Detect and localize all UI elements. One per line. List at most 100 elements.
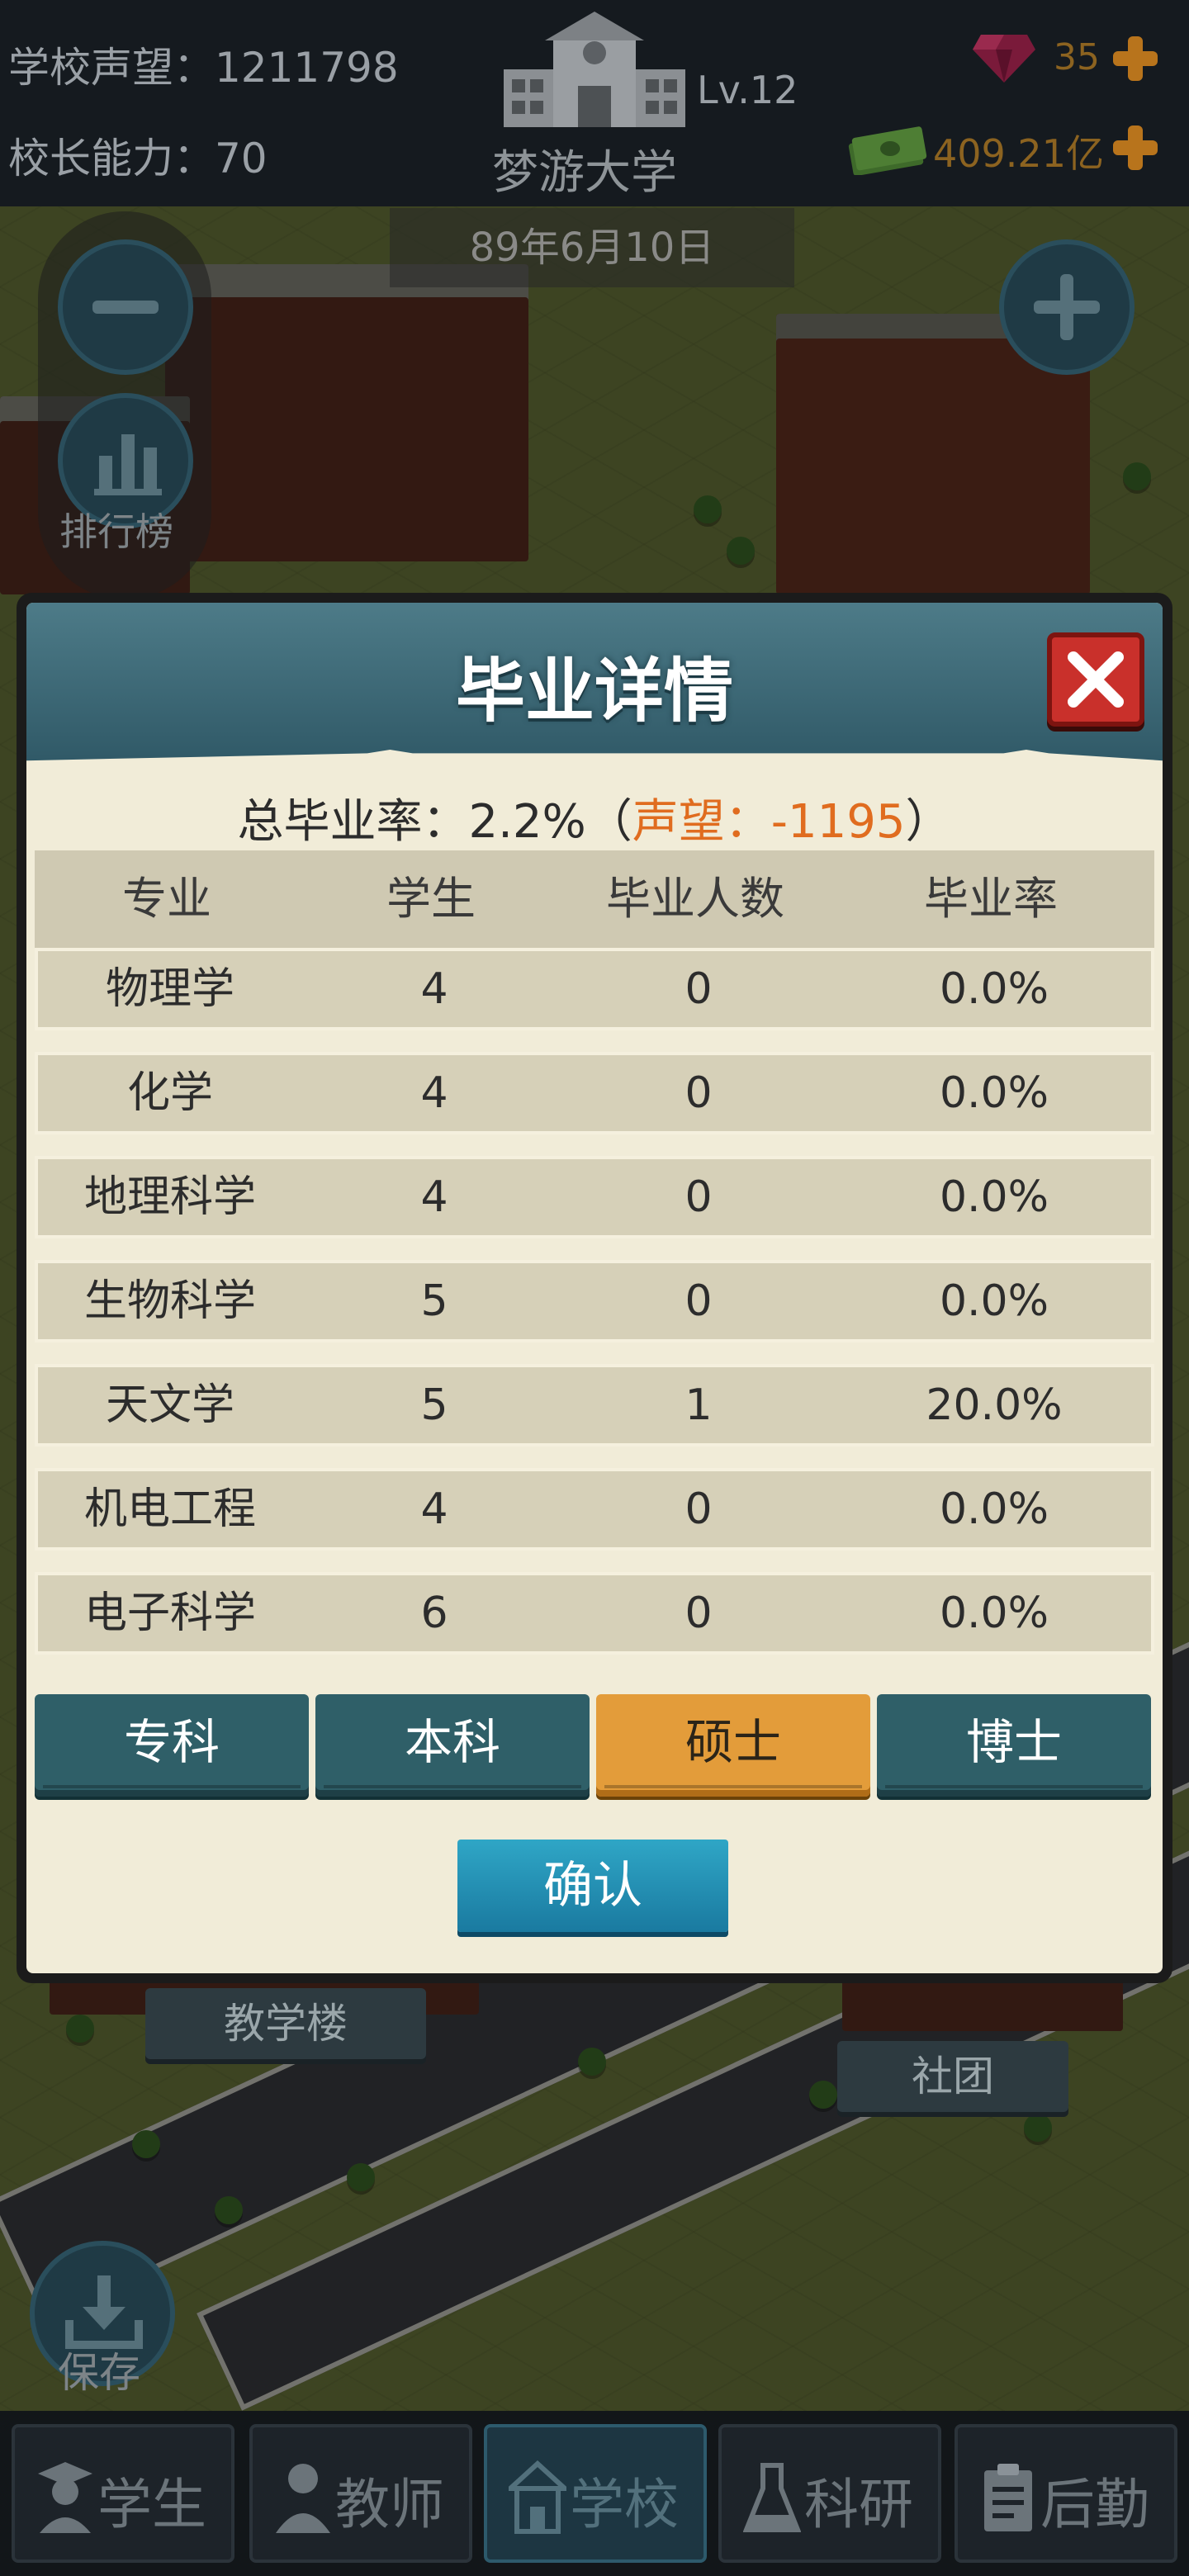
ranking-label: 排行榜	[59, 509, 173, 554]
table-row: 地理科学 4 0 0.0%	[35, 1156, 1154, 1238]
tab-label: 博士	[965, 1714, 1062, 1770]
confirm-button[interactable]: 确认	[457, 1840, 728, 1932]
rate-cell: 0.0%	[939, 1485, 1049, 1534]
tab-master[interactable]: 硕士	[596, 1694, 870, 1797]
nav-teachers[interactable]: 教师	[249, 2424, 472, 2563]
students-cell: 4	[420, 1485, 448, 1534]
save-label: 保存	[58, 2349, 140, 2397]
close-button[interactable]	[1047, 632, 1144, 727]
tab-bachelor[interactable]: 本科	[315, 1694, 590, 1797]
zoom-out-button[interactable]	[58, 239, 193, 375]
minus-icon	[92, 301, 159, 314]
students-cell: 5	[420, 1276, 448, 1326]
ability-value: 70	[215, 135, 268, 182]
students-cell: 4	[420, 1068, 448, 1118]
ability-label: 校长能力：	[8, 135, 215, 182]
students-cell: 5	[420, 1380, 448, 1430]
student-icon	[38, 2462, 92, 2533]
tab-decoration	[604, 1773, 862, 1788]
rate-cell: 0.0%	[939, 1172, 1049, 1222]
rate-cell: 0.0%	[939, 1276, 1049, 1326]
major-cell: 机电工程	[83, 1485, 256, 1534]
tab-junior-college[interactable]: 专科	[35, 1694, 309, 1797]
table-header: 专业 学生 毕业人数 毕业率	[35, 850, 1154, 948]
add-gems-plus-icon[interactable]	[1110, 33, 1161, 84]
nav-teachers-label: 教师	[335, 2473, 444, 2536]
graduates-cell: 1	[685, 1380, 713, 1430]
nav-research-label: 科研	[804, 2473, 913, 2536]
column-header-students: 学生	[386, 873, 476, 925]
graduates-cell: 0	[685, 1276, 713, 1326]
reputation-stat: 学校声望：1211798	[8, 35, 399, 94]
nav-students[interactable]: 学生	[12, 2424, 234, 2563]
tab-doctor[interactable]: 博士	[877, 1694, 1151, 1797]
table-row: 机电工程 4 0 0.0%	[35, 1468, 1154, 1551]
teacher-icon	[276, 2464, 330, 2533]
major-cell: 物理学	[105, 964, 234, 1014]
reputation-value: 1211798	[215, 44, 399, 92]
add-money-plus-icon[interactable]	[1110, 122, 1161, 173]
tab-label: 本科	[404, 1714, 500, 1770]
table-row: 生物科学 5 0 0.0%	[35, 1260, 1154, 1342]
tab-decoration	[43, 1773, 301, 1788]
school-icon	[509, 2460, 566, 2534]
major-cell: 地理科学	[83, 1172, 256, 1222]
column-header-graduates: 毕业人数	[606, 873, 784, 925]
graduation-summary: 总毕业率：2.2%（声望：-1195）	[26, 784, 1163, 851]
major-cell: 生物科学	[83, 1276, 256, 1326]
rate-cell: 20.0%	[926, 1380, 1063, 1430]
graduates-cell: 0	[685, 964, 713, 1014]
tab-label: 硕士	[685, 1714, 781, 1770]
graduates-cell: 0	[685, 1172, 713, 1222]
nav-school[interactable]: 学校	[484, 2424, 707, 2563]
close-icon	[1068, 651, 1124, 708]
rate-cell: 0.0%	[939, 1589, 1049, 1638]
school-name[interactable]: 梦游大学	[492, 135, 677, 202]
nav-research[interactable]: 科研	[718, 2424, 941, 2563]
degree-tabs: 专科 本科 硕士 博士	[35, 1694, 1154, 1797]
nav-logistics-label: 后勤	[1040, 2473, 1149, 2536]
tab-decoration	[885, 1773, 1143, 1788]
modal-title: 毕业详情	[455, 651, 733, 732]
gem-icon	[973, 35, 1035, 83]
top-status-bar: 学校声望：1211798 校长能力：70 Lv.12 梦游大学 35 409.2…	[0, 0, 1189, 206]
tab-label: 专科	[123, 1714, 220, 1770]
tab-decoration	[324, 1773, 581, 1788]
zoom-in-button[interactable]	[999, 239, 1135, 375]
nav-students-label: 学生	[97, 2473, 206, 2536]
flask-icon	[743, 2463, 801, 2532]
nav-school-label: 学校	[570, 2473, 679, 2536]
school-building-icon[interactable]	[495, 12, 694, 135]
rate-cell: 0.0%	[939, 1068, 1049, 1118]
graduation-details-modal: 毕业详情 总毕业率：2.2%（声望：-1195） 专业 学生 毕业人数 毕业率 …	[17, 593, 1172, 1983]
ability-stat: 校长能力：70	[8, 125, 268, 185]
plus-icon-vertical	[1060, 274, 1073, 340]
clipboard-icon	[984, 2464, 1032, 2531]
column-header-rate: 毕业率	[924, 873, 1058, 925]
rate-cell: 0.0%	[939, 964, 1049, 1014]
graduates-cell: 0	[685, 1485, 713, 1534]
column-header-major: 专业	[122, 873, 211, 925]
students-cell: 4	[420, 1172, 448, 1222]
summary-suffix: ）	[905, 795, 952, 849]
graduates-cell: 0	[685, 1068, 713, 1118]
table-row: 化学 4 0 0.0%	[35, 1052, 1154, 1134]
money-amount: 409.21亿	[933, 131, 1104, 176]
table-row: 天文学 5 1 20.0%	[35, 1364, 1154, 1447]
major-cell: 化学	[126, 1068, 213, 1118]
students-cell: 4	[420, 964, 448, 1014]
reputation-label: 学校声望：	[8, 44, 215, 92]
summary-reputation: 声望：-1195	[632, 795, 906, 849]
students-cell: 6	[420, 1589, 448, 1638]
modal-header: 毕业详情	[26, 603, 1163, 768]
modal-body: 毕业详情 总毕业率：2.2%（声望：-1195） 专业 学生 毕业人数 毕业率 …	[26, 603, 1163, 1973]
game-date: 89年6月10日	[390, 208, 794, 287]
money-stack-icon	[848, 126, 927, 175]
summary-rate: 总毕业率：2.2%（	[237, 795, 632, 849]
school-level: Lv.12	[697, 68, 798, 112]
map-label-teaching-building[interactable]: 教学楼	[145, 1988, 426, 2059]
major-cell: 天文学	[105, 1380, 234, 1430]
map-label-club[interactable]: 社团	[837, 2041, 1068, 2112]
nav-logistics[interactable]: 后勤	[955, 2424, 1177, 2563]
graduates-cell: 0	[685, 1589, 713, 1638]
